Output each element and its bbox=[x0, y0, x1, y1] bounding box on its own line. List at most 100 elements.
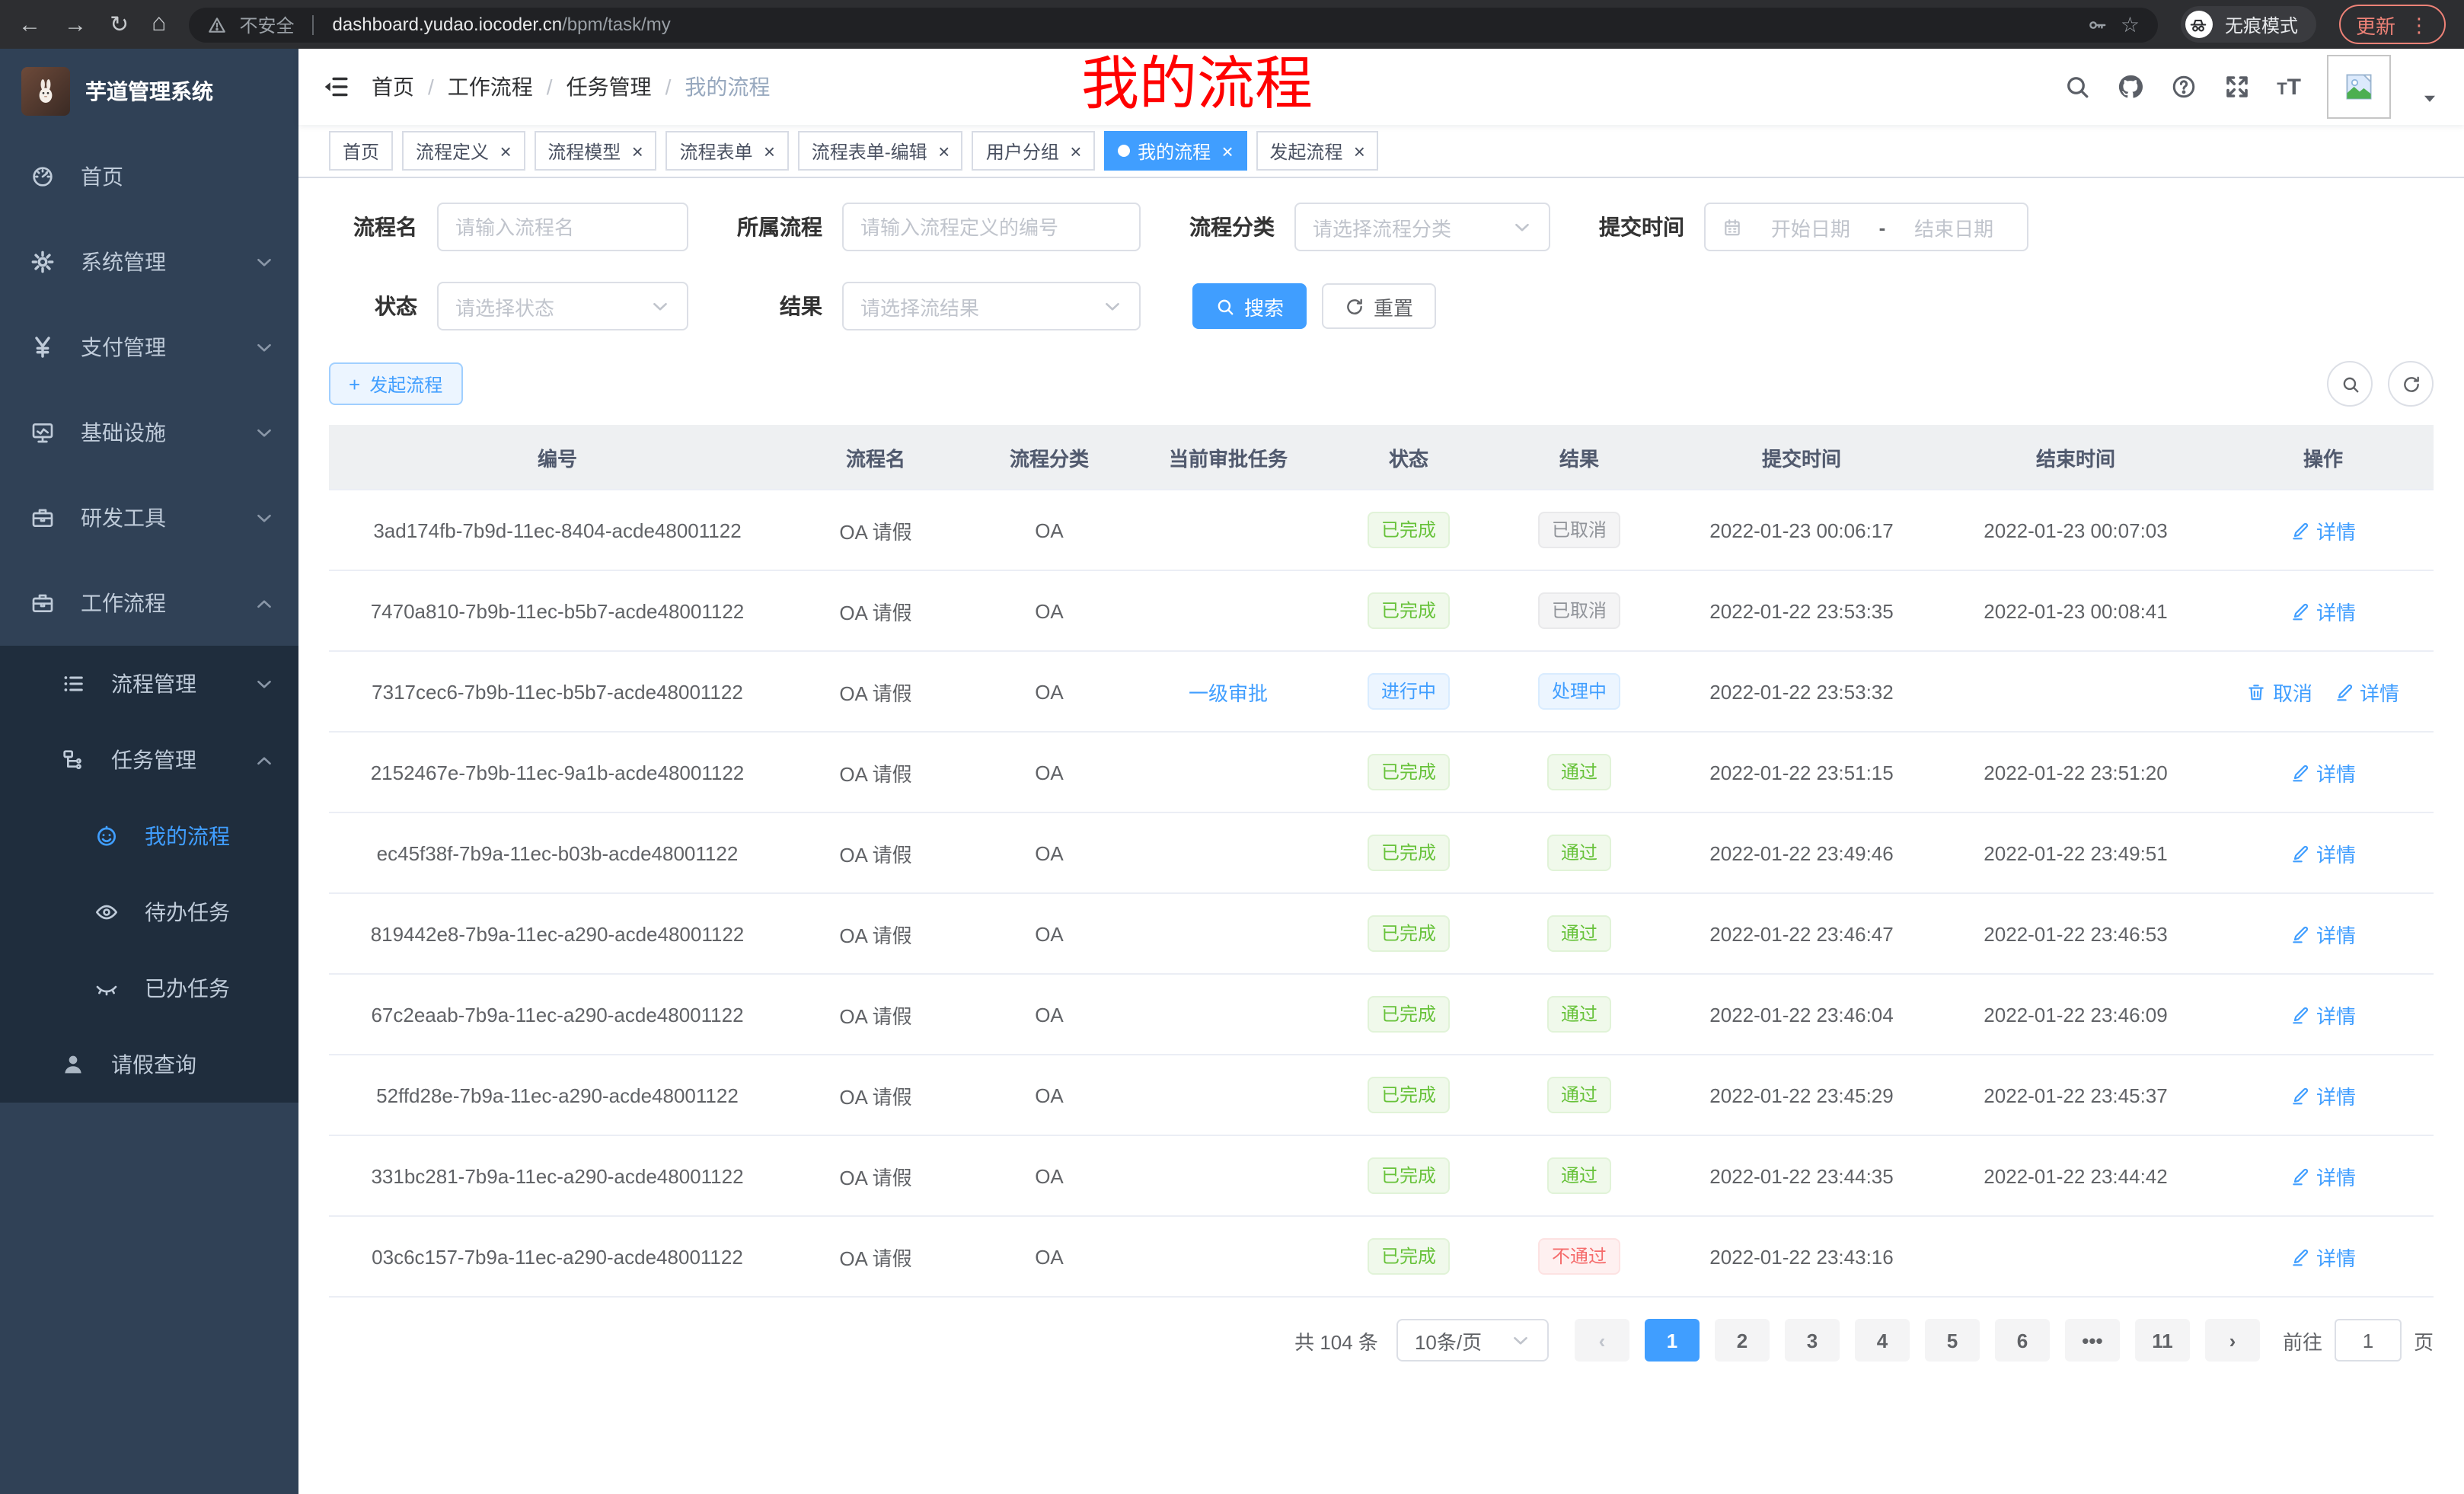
sidebar-item-devtools[interactable]: 研发工具 bbox=[0, 475, 298, 560]
cell-submit-time: 2022-01-22 23:53:35 bbox=[1664, 570, 1939, 651]
close-tab-icon[interactable]: × bbox=[1070, 141, 1081, 161]
page-button-11[interactable]: 11 bbox=[2135, 1319, 2190, 1362]
close-tab-icon[interactable]: × bbox=[1221, 141, 1233, 161]
search-button[interactable]: 搜索 bbox=[1192, 283, 1307, 329]
detail-action-link[interactable]: 详情 bbox=[2290, 919, 2356, 948]
sidebar-item-todo-tasks[interactable]: 待办任务 bbox=[0, 874, 298, 950]
cell-id: 03c6c157-7b9a-11ec-a290-acde48001122 bbox=[329, 1216, 786, 1297]
cell-process-name: OA 请假 bbox=[786, 732, 965, 812]
browser-forward-icon[interactable]: → bbox=[64, 13, 87, 36]
page-size-select[interactable]: 10条/页 bbox=[1396, 1319, 1549, 1362]
fullscreen-icon[interactable] bbox=[2223, 73, 2251, 101]
status-select[interactable]: 请选择状态 bbox=[437, 282, 688, 330]
sidebar-item-workflow[interactable]: 工作流程 bbox=[0, 560, 298, 646]
action-label: 详情 bbox=[2360, 677, 2399, 706]
refresh-table-button[interactable] bbox=[2388, 361, 2434, 407]
sidebar-item-task-management[interactable]: 任务管理 bbox=[0, 722, 298, 798]
cell-submit-time: 2022-01-22 23:51:15 bbox=[1664, 732, 1939, 812]
process-name-input[interactable] bbox=[437, 203, 688, 251]
page-button-6[interactable]: 6 bbox=[1995, 1319, 2050, 1362]
font-size-icon[interactable]: TT bbox=[2277, 74, 2301, 100]
search-icon[interactable] bbox=[2063, 73, 2091, 101]
close-tab-icon[interactable]: × bbox=[500, 141, 511, 161]
sidebar-item-my-process[interactable]: 我的流程 bbox=[0, 798, 298, 874]
tab-我的流程[interactable]: 我的流程× bbox=[1104, 131, 1246, 171]
cell-current-task bbox=[1133, 732, 1323, 812]
edit-icon bbox=[2290, 1085, 2310, 1105]
detail-action-link[interactable]: 详情 bbox=[2290, 1161, 2356, 1190]
process-definition-input[interactable] bbox=[842, 203, 1141, 251]
tab-发起流程[interactable]: 发起流程× bbox=[1256, 131, 1378, 171]
detail-action-link[interactable]: 详情 bbox=[2290, 1081, 2356, 1109]
page-button-2[interactable]: 2 bbox=[1715, 1319, 1770, 1362]
detail-action-link[interactable]: 详情 bbox=[2290, 1242, 2356, 1271]
detail-action-link[interactable]: 详情 bbox=[2334, 677, 2399, 706]
sidebar-item-done-tasks[interactable]: 已办任务 bbox=[0, 950, 298, 1026]
submit-time-range-picker[interactable]: 开始日期 - 结束日期 bbox=[1704, 203, 2028, 251]
show-search-button[interactable] bbox=[2327, 361, 2373, 407]
eye-closed-icon bbox=[94, 976, 119, 1001]
browser-home-icon[interactable]: ⌂ bbox=[152, 12, 166, 37]
trash-icon bbox=[2247, 682, 2267, 701]
sidebar-logo: 芋道管理系统 bbox=[0, 49, 298, 134]
tab-首页[interactable]: 首页 bbox=[329, 131, 393, 171]
update-button[interactable]: 更新 ⋮ bbox=[2339, 5, 2446, 44]
password-key-icon[interactable] bbox=[2089, 14, 2108, 34]
incognito-label: 无痕模式 bbox=[2225, 11, 2298, 37]
sidebar-item-leave-query[interactable]: 请假查询 bbox=[0, 1026, 298, 1103]
prev-page-button[interactable]: ‹ bbox=[1575, 1319, 1629, 1362]
breadcrumb-home[interactable]: 首页 bbox=[372, 72, 414, 102]
close-tab-icon[interactable]: × bbox=[1353, 141, 1364, 161]
goto-page-input[interactable] bbox=[2335, 1319, 2402, 1362]
app-window: ← → ↻ ⌂ 不安全 dashboard.yudao.iocoder.cn/b… bbox=[0, 0, 2464, 1494]
chevron-down-icon bbox=[254, 508, 274, 528]
bookmark-star-icon[interactable]: ☆ bbox=[2121, 11, 2140, 37]
create-process-button[interactable]: + 发起流程 bbox=[329, 362, 462, 405]
tab-用户分组[interactable]: 用户分组× bbox=[972, 131, 1095, 171]
tab-流程定义[interactable]: 流程定义× bbox=[402, 131, 525, 171]
close-tab-icon[interactable]: × bbox=[764, 141, 775, 161]
avatar[interactable] bbox=[2327, 55, 2391, 119]
tab-流程表单-编辑[interactable]: 流程表单-编辑× bbox=[798, 131, 963, 171]
process-category-select[interactable]: 请选择流程分类 bbox=[1294, 203, 1550, 251]
sidebar-fold-icon[interactable] bbox=[323, 73, 350, 101]
monitor-icon bbox=[30, 420, 55, 445]
browser-back-icon[interactable]: ← bbox=[18, 13, 41, 36]
tab-流程表单[interactable]: 流程表单× bbox=[665, 131, 788, 171]
github-icon[interactable] bbox=[2117, 73, 2144, 101]
sidebar-item-process-management[interactable]: 流程管理 bbox=[0, 646, 298, 722]
avatar-caret-icon[interactable] bbox=[2420, 88, 2440, 107]
tab-流程模型[interactable]: 流程模型× bbox=[534, 131, 656, 171]
detail-action-link[interactable]: 详情 bbox=[2290, 838, 2356, 867]
result-select[interactable]: 请选择流结果 bbox=[842, 282, 1141, 330]
browser-menu-icon[interactable]: ⋮ bbox=[2409, 14, 2429, 34]
current-task-link[interactable]: 一级审批 bbox=[1189, 682, 1268, 704]
page-button-1[interactable]: 1 bbox=[1645, 1319, 1700, 1362]
sidebar-item-system[interactable]: 系统管理 bbox=[0, 219, 298, 305]
reset-button[interactable]: 重置 bbox=[1322, 283, 1436, 329]
address-bar[interactable]: 不安全 dashboard.yudao.iocoder.cn/bpm/task/… bbox=[190, 7, 2158, 42]
column-header-4: 状态 bbox=[1323, 425, 1494, 490]
detail-action-link[interactable]: 详情 bbox=[2290, 516, 2356, 544]
status-badge: 进行中 bbox=[1368, 673, 1450, 710]
cancel-action-link[interactable]: 取消 bbox=[2247, 677, 2312, 706]
breadcrumb-task-management[interactable]: 任务管理 bbox=[567, 72, 652, 102]
next-page-button[interactable]: › bbox=[2205, 1319, 2260, 1362]
sidebar-item-home[interactable]: 首页 bbox=[0, 134, 298, 219]
page-button-5[interactable]: 5 bbox=[1925, 1319, 1980, 1362]
sidebar-item-infrastructure[interactable]: 基础设施 bbox=[0, 390, 298, 475]
breadcrumb-workflow[interactable]: 工作流程 bbox=[448, 72, 533, 102]
page-button-3[interactable]: 3 bbox=[1785, 1319, 1840, 1362]
close-tab-icon[interactable]: × bbox=[631, 141, 643, 161]
action-label: 详情 bbox=[2316, 596, 2356, 625]
detail-action-link[interactable]: 详情 bbox=[2290, 1000, 2356, 1029]
detail-action-link[interactable]: 详情 bbox=[2290, 596, 2356, 625]
cell-status: 已完成 bbox=[1323, 812, 1494, 893]
close-tab-icon[interactable]: × bbox=[938, 141, 950, 161]
cell-result: 不通过 bbox=[1494, 1216, 1664, 1297]
detail-action-link[interactable]: 详情 bbox=[2290, 758, 2356, 787]
sidebar-item-payment[interactable]: 支付管理 bbox=[0, 305, 298, 390]
help-icon[interactable] bbox=[2170, 73, 2197, 101]
browser-reload-icon[interactable]: ↻ bbox=[110, 13, 129, 36]
page-button-4[interactable]: 4 bbox=[1855, 1319, 1910, 1362]
